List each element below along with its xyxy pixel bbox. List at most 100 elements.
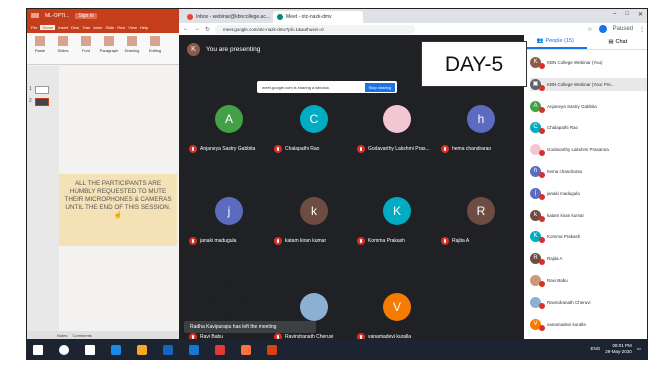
powerpoint-icon[interactable] xyxy=(267,345,277,355)
window-controls: – □ ✕ xyxy=(613,11,643,18)
participant-tile: Godavarthy Lakshmi Pras... xyxy=(357,105,437,175)
ribbon-button[interactable]: Editing xyxy=(145,36,165,61)
ribbon-tab[interactable]: File xyxy=(31,25,37,30)
participant-avatar: K xyxy=(383,197,411,225)
participant-row[interactable]: K KBN College Webinar (You) xyxy=(530,56,647,69)
back-icon[interactable]: ← xyxy=(183,26,189,32)
mic-off-icon xyxy=(441,237,449,245)
notice-line: ALL THE PARTICIPANTS ARE xyxy=(74,180,162,187)
ribbon-button[interactable]: Paste xyxy=(30,36,50,61)
participant-name: Komma Prakash xyxy=(547,234,581,240)
profile-status[interactable]: Paused xyxy=(613,26,633,32)
reload-icon[interactable]: ↻ xyxy=(205,26,210,33)
address-bar: ← → ↻ meet.google.com/otc-nazk-dmv?pli=1… xyxy=(179,23,647,35)
windows-icon[interactable] xyxy=(33,345,43,355)
ribbon-tab[interactable]: Desi xyxy=(71,25,79,30)
participant-row[interactable]: ▣ KBN College Webinar (Your Pre... xyxy=(530,77,647,91)
left-meeting-toast: Radha Kavipurapu has left the meeting xyxy=(184,321,316,333)
participant-avatar: V xyxy=(383,293,411,321)
task-view-icon[interactable] xyxy=(85,345,95,355)
ribbon-button[interactable]: Drawing xyxy=(122,36,142,61)
mic-off-icon xyxy=(357,237,365,245)
star-icon[interactable]: ☆ xyxy=(587,26,592,33)
url-field[interactable]: meet.google.com/otc-nazk-dmv?pli=1&authu… xyxy=(215,24,416,34)
tab-chat[interactable]: ▤ Chat xyxy=(587,35,648,49)
notice-line: THEIR MICROPHONES & CAMERAS xyxy=(64,196,172,203)
ppt-title: ML-OPTI... xyxy=(45,12,70,19)
minimize-button[interactable]: – xyxy=(613,11,616,18)
comments-button[interactable]: Comments xyxy=(72,333,91,338)
chat-icon: ▤ xyxy=(608,39,614,45)
participant-name: Godavarthy Lakshmi Pras... xyxy=(368,146,430,152)
participant-row[interactable]: K Komma Prakash xyxy=(530,230,647,244)
participant-row[interactable]: h hema chandrarao xyxy=(530,165,647,178)
participant-row[interactable]: C Chalapathi Rao xyxy=(530,121,647,135)
maximize-button[interactable]: □ xyxy=(625,11,629,18)
participant-avatar: k xyxy=(300,197,328,225)
participant-row[interactable]: Godavarthy Lakshmi Prasanna xyxy=(530,143,647,157)
chrome-icon[interactable] xyxy=(215,345,225,355)
participant-row[interactable]: j janaki madugula xyxy=(530,187,647,200)
search-icon[interactable] xyxy=(59,345,69,355)
ppt-ribbon-tabs: File Home Insert Desi Tran Anim Slide Revi View H… xyxy=(27,22,179,33)
extensions-area: ☆ Paused ⋮ xyxy=(587,25,647,33)
notes-button[interactable]: Notes xyxy=(57,333,67,338)
participant-label: hema chandrarao xyxy=(441,145,531,153)
notice-line: UNTIL THE END OF THIS SESSION. xyxy=(65,204,171,211)
firefox-icon[interactable] xyxy=(241,345,251,355)
participant-row[interactable]: Ravindranath Cheruvi xyxy=(530,296,647,309)
participant-label: Chalapathi Rao xyxy=(274,145,364,153)
participant-avatar: R xyxy=(467,197,495,225)
file-explorer-icon[interactable] xyxy=(137,345,147,355)
ribbon-tab[interactable]: Anim xyxy=(93,25,102,30)
close-button[interactable]: ✕ xyxy=(638,11,643,18)
slide-canvas[interactable]: ALL THE PARTICIPANTS ARE HUMBLY REQUESTE… xyxy=(59,174,177,246)
ribbon-tab[interactable]: Revi xyxy=(117,25,125,30)
participant-row[interactable]: k katam kiran kumar xyxy=(530,209,647,222)
stop-sharing-button[interactable]: Stop sharing xyxy=(364,82,395,92)
ribbon-button[interactable]: Font xyxy=(76,36,96,61)
menu-icon[interactable]: ⋮ xyxy=(639,26,645,33)
participant-name: Ravi Babu xyxy=(547,278,568,283)
participant-avatar: j xyxy=(530,187,545,200)
slide-thumb-1[interactable] xyxy=(35,86,49,94)
notification-icon[interactable]: ▭ xyxy=(637,346,641,352)
participant-name: janaki madugula xyxy=(547,190,580,196)
participant-row[interactable]: R Rajita A xyxy=(530,252,647,266)
ribbon-label: Slides xyxy=(57,48,69,53)
participant-avatar: R xyxy=(530,253,545,266)
ribbon-tab[interactable]: Help xyxy=(140,25,148,30)
ribbon-tab[interactable]: View xyxy=(128,25,137,30)
participant-tile: R Rajita A xyxy=(441,197,521,267)
ppt-titlebar: ML-OPTI... Sign in xyxy=(27,9,179,22)
save-icon[interactable] xyxy=(31,13,39,18)
edge-icon[interactable] xyxy=(111,345,121,355)
tab-meet[interactable]: Meet - otc-nazk-dmv xyxy=(273,11,363,23)
mail-icon[interactable] xyxy=(189,345,199,355)
ppt-statusbar: Notes Comments xyxy=(27,331,179,339)
ribbon-icon xyxy=(35,36,45,46)
participant-row[interactable]: Vvanamadevi kuralla xyxy=(530,318,647,331)
clock-date[interactable]: 29-May-2020 xyxy=(605,349,632,355)
panel-tabs: 👥 People (15) ▤ Chat xyxy=(524,35,648,50)
hand-icon: ☝ xyxy=(113,212,123,219)
forward-icon[interactable]: → xyxy=(194,26,200,32)
participant-avatar: h xyxy=(467,105,495,133)
ribbon-button[interactable]: Slides xyxy=(53,36,73,61)
avatar[interactable] xyxy=(598,25,607,33)
participant-row[interactable]: Ravi Babu xyxy=(530,274,647,287)
tab-people[interactable]: 👥 People (15) xyxy=(524,35,587,49)
ribbon-icon xyxy=(150,36,160,46)
sign-in-button[interactable]: Sign in xyxy=(75,12,97,19)
store-icon[interactable] xyxy=(163,345,173,355)
slide-thumb-2[interactable] xyxy=(35,98,49,106)
language-indicator[interactable]: ENG xyxy=(590,346,600,352)
tab-inbox[interactable]: Inbox - webinar@kbncollege.ac... xyxy=(183,11,273,23)
ribbon-tab[interactable]: Slide xyxy=(105,25,114,30)
ribbon-tab[interactable]: Tran xyxy=(82,25,90,30)
ribbon-button[interactable]: Paragraph xyxy=(99,36,119,61)
ribbon-tab[interactable]: Insert xyxy=(58,25,68,30)
tab-label: Inbox - webinar@kbncollege.ac... xyxy=(196,14,271,20)
ribbon-tab[interactable]: Home xyxy=(40,25,56,30)
participant-row[interactable]: A Anjaneya Sastry Gabbita xyxy=(530,100,647,113)
